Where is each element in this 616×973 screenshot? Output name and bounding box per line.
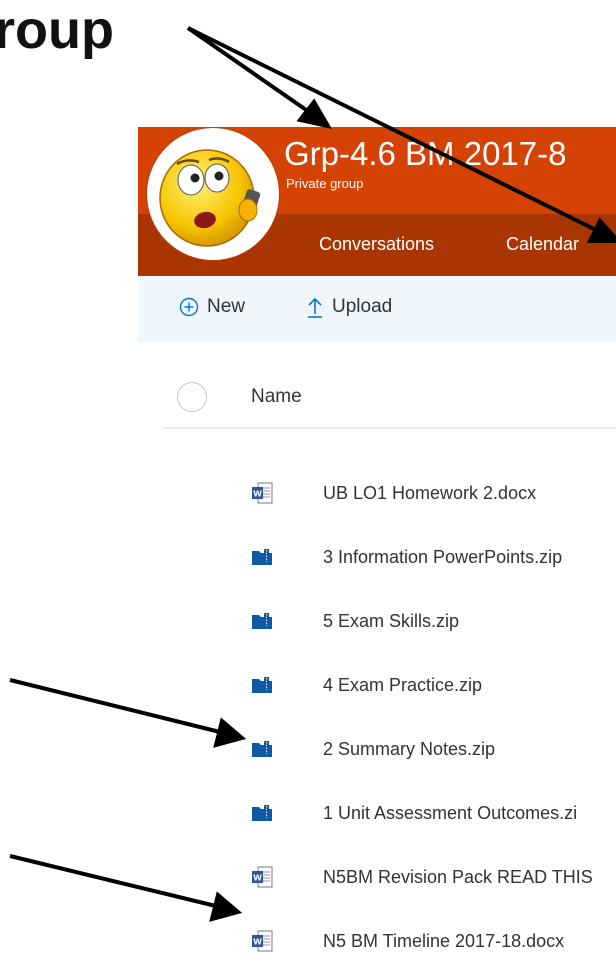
upload-button-label: Upload [332, 296, 393, 317]
file-row[interactable]: 4 Exam Practice.zip [163, 653, 616, 717]
zip-folder-icon [251, 674, 273, 696]
word-doc-icon: W [251, 866, 273, 888]
zip-folder-icon [251, 802, 273, 824]
file-row[interactable]: W UB LO1 Homework 2.docx [163, 461, 616, 525]
slide-title: roup [0, 0, 114, 60]
emoji-avatar-icon [159, 149, 261, 247]
file-name: 1 Unit Assessment Outcomes.zi [323, 803, 578, 823]
file-name: 4 Exam Practice.zip [323, 675, 483, 695]
plus-circle-icon [179, 297, 199, 317]
group-name: Grp-4.6 BM 2017-8 [284, 135, 567, 172]
header-divider [163, 427, 616, 429]
group-privacy-label: Private group [286, 176, 364, 191]
upload-arrow-icon [308, 297, 322, 318]
file-name: N5BM Revision Pack READ THIS [323, 867, 593, 887]
file-name: N5 BM Timeline 2017-18.docx [323, 931, 565, 951]
svg-text:W: W [253, 937, 262, 946]
file-name: UB LO1 Homework 2.docx [323, 483, 537, 503]
new-button[interactable]: New [179, 296, 245, 318]
group-avatar[interactable] [147, 128, 279, 260]
file-row[interactable]: W N5 BM Timeline 2017-18.docx [163, 909, 616, 973]
new-button-label: New [207, 296, 246, 317]
file-row[interactable]: W N5BM Revision Pack READ THIS [163, 845, 616, 909]
zip-folder-icon [251, 610, 273, 632]
zip-folder-icon [251, 738, 273, 760]
file-row[interactable]: 1 Unit Assessment Outcomes.zi [163, 781, 616, 845]
word-doc-icon: W [251, 930, 273, 952]
file-name: 5 Exam Skills.zip [323, 611, 460, 631]
file-row[interactable]: 2 Summary Notes.zip [163, 717, 616, 781]
zip-folder-icon [251, 546, 273, 568]
select-all-checkbox[interactable] [177, 382, 207, 412]
svg-text:W: W [253, 489, 262, 498]
tab-calendar[interactable]: Calendar [506, 232, 579, 256]
svg-text:W: W [253, 873, 262, 882]
upload-button[interactable]: Upload [306, 296, 392, 318]
column-header-name[interactable]: Name [251, 386, 302, 408]
file-row[interactable]: 3 Information PowerPoints.zip [163, 525, 616, 589]
file-row[interactable]: 5 Exam Skills.zip [163, 589, 616, 653]
file-name: 3 Information PowerPoints.zip [323, 547, 563, 567]
word-doc-icon: W [251, 482, 273, 504]
file-name: 2 Summary Notes.zip [323, 739, 496, 759]
tab-conversations[interactable]: Conversations [319, 232, 434, 256]
